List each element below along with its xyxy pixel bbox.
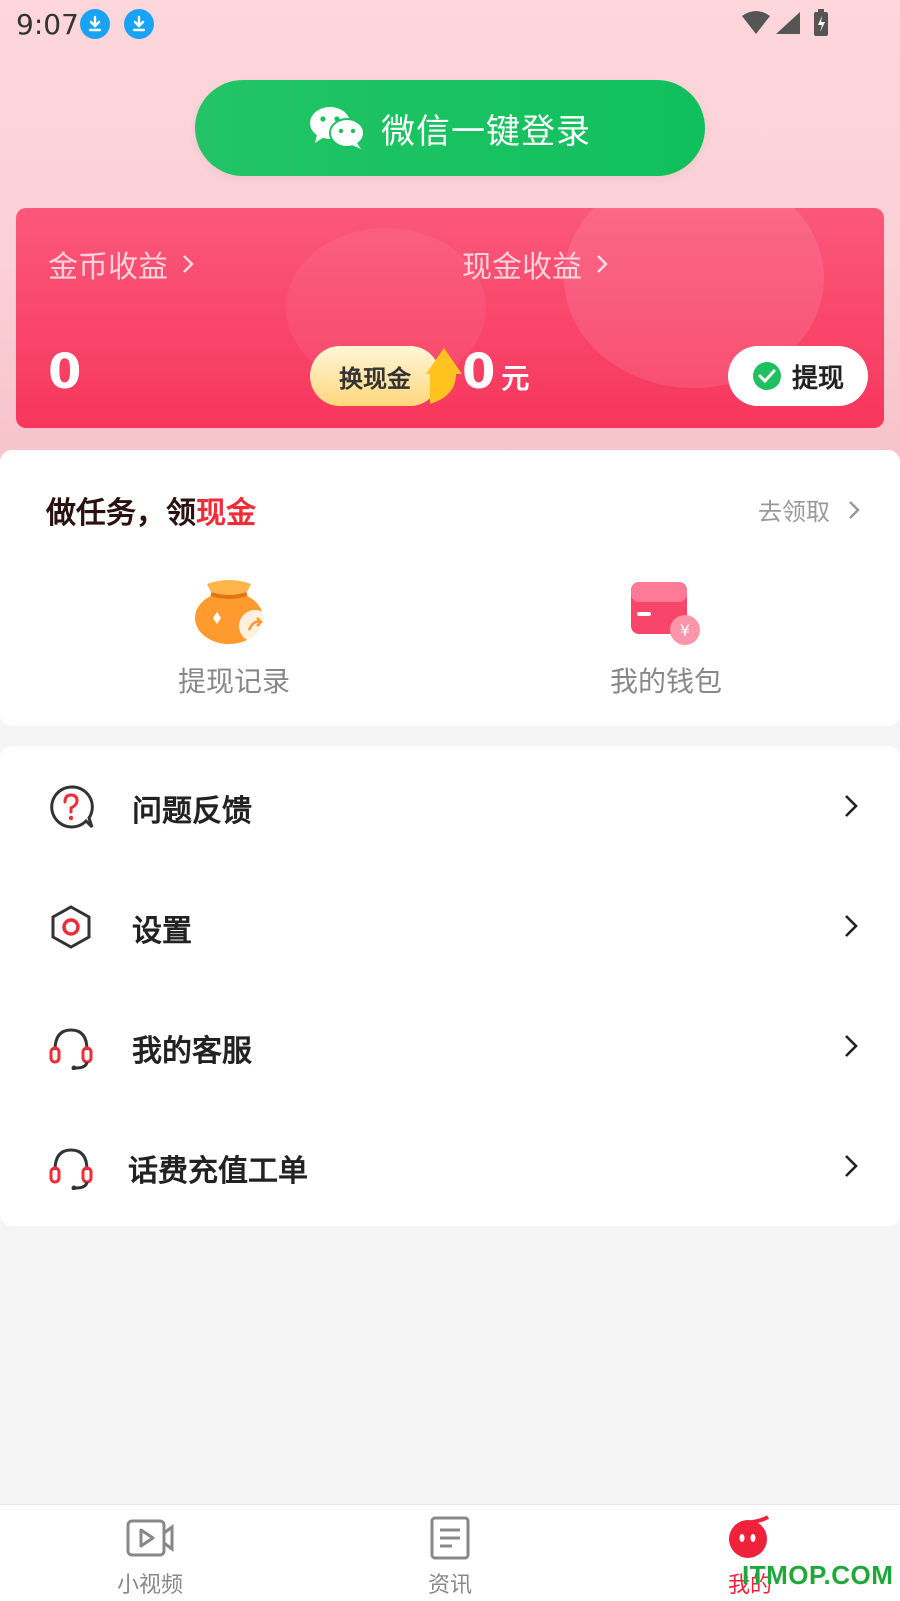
status-icons <box>742 9 828 36</box>
nav-tab-news[interactable]: 资讯 <box>390 1515 510 1599</box>
earnings-card: 金币收益 现金收益 0 换现金 0元 提现 <box>16 208 884 428</box>
cash-earnings-value-group: 0元 <box>462 344 529 400</box>
watermark: ITMOP.COM <box>742 1560 894 1590</box>
cash-earnings-label: 现金收益 <box>462 250 582 285</box>
task-title: 做任务，领现金 <box>46 488 256 532</box>
chevron-right-icon <box>845 915 858 937</box>
money-bag-icon <box>195 580 271 644</box>
menu-item-label: 话费充值工单 <box>128 1154 308 1189</box>
nav-tab-short-video[interactable]: 小视频 <box>90 1515 210 1599</box>
task-title-accent: 现金 <box>196 496 256 531</box>
profile-face-icon <box>729 1515 770 1558</box>
wechat-login-label: 微信一键登录 <box>381 111 591 152</box>
wechat-login-button[interactable]: 微信一键登录 <box>195 80 705 176</box>
menu-item-label: 我的客服 <box>132 1034 252 1069</box>
menu-list: 问题反馈 设置 我的客服 话费充值工单 <box>0 746 900 1226</box>
signal-icon <box>776 12 800 34</box>
menu-item-customer-service[interactable]: 我的客服 <box>0 986 900 1106</box>
menu-item-settings[interactable]: 设置 <box>0 866 900 986</box>
wechat-icon <box>310 107 365 149</box>
chevron-right-icon <box>597 255 608 273</box>
chevron-right-icon <box>845 1035 858 1057</box>
headset-icon <box>49 1028 93 1070</box>
withdraw-label: 提现 <box>791 363 844 394</box>
check-circle-icon <box>752 362 781 390</box>
task-section: 做任务，领现金 去领取 提现记录 ¥ 我的钱包 <box>0 450 900 726</box>
my-wallet-label: 我的钱包 <box>609 665 722 698</box>
feedback-question-icon <box>50 785 94 829</box>
download-icon <box>124 9 154 39</box>
nav-tab-label: 小视频 <box>116 1573 183 1598</box>
withdraw-record-label: 提现记录 <box>177 665 290 698</box>
cash-earnings-unit: 元 <box>501 362 530 395</box>
arrow-up-icon <box>426 348 462 404</box>
claim-link[interactable]: 去领取 <box>758 492 860 527</box>
chevron-right-icon <box>849 500 860 519</box>
claim-link-label: 去领取 <box>758 498 830 526</box>
chevron-right-icon <box>845 795 858 817</box>
exchange-cash-label: 换现金 <box>339 364 411 393</box>
menu-item-feedback[interactable]: 问题反馈 <box>0 746 900 866</box>
withdraw-record-item[interactable]: 提现记录 <box>134 574 334 700</box>
exchange-cash-button[interactable]: 换现金 <box>310 346 440 406</box>
cash-earnings-link[interactable]: 现金收益 <box>462 242 608 286</box>
wallet-icon: ¥ <box>631 582 700 645</box>
video-icon <box>126 1519 174 1557</box>
coin-earnings-value: 0 <box>48 344 82 400</box>
menu-item-recharge-ticket[interactable]: 话费充值工单 <box>0 1106 900 1226</box>
news-icon <box>430 1516 470 1560</box>
menu-item-label: 设置 <box>132 914 192 949</box>
chevron-right-icon <box>183 255 194 273</box>
chevron-right-icon <box>845 1155 858 1177</box>
download-icon <box>80 9 110 39</box>
coin-earnings-label: 金币收益 <box>48 250 168 285</box>
my-wallet-item[interactable]: ¥ 我的钱包 <box>566 574 766 700</box>
wifi-icon <box>742 11 770 34</box>
coin-earnings-link[interactable]: 金币收益 <box>48 242 194 286</box>
settings-hexagon-icon <box>51 905 91 949</box>
headset-icon <box>49 1148 93 1190</box>
task-title-main: 做任务，领 <box>46 496 196 531</box>
menu-item-label: 问题反馈 <box>132 794 252 829</box>
withdraw-button[interactable]: 提现 <box>728 346 868 406</box>
status-bar: 9:07 <box>0 0 900 48</box>
status-time: 9:07 <box>16 8 79 41</box>
svg-text:¥: ¥ <box>680 621 690 640</box>
nav-tab-label: 资讯 <box>427 1573 472 1598</box>
cash-earnings-value: 0 <box>462 344 496 400</box>
